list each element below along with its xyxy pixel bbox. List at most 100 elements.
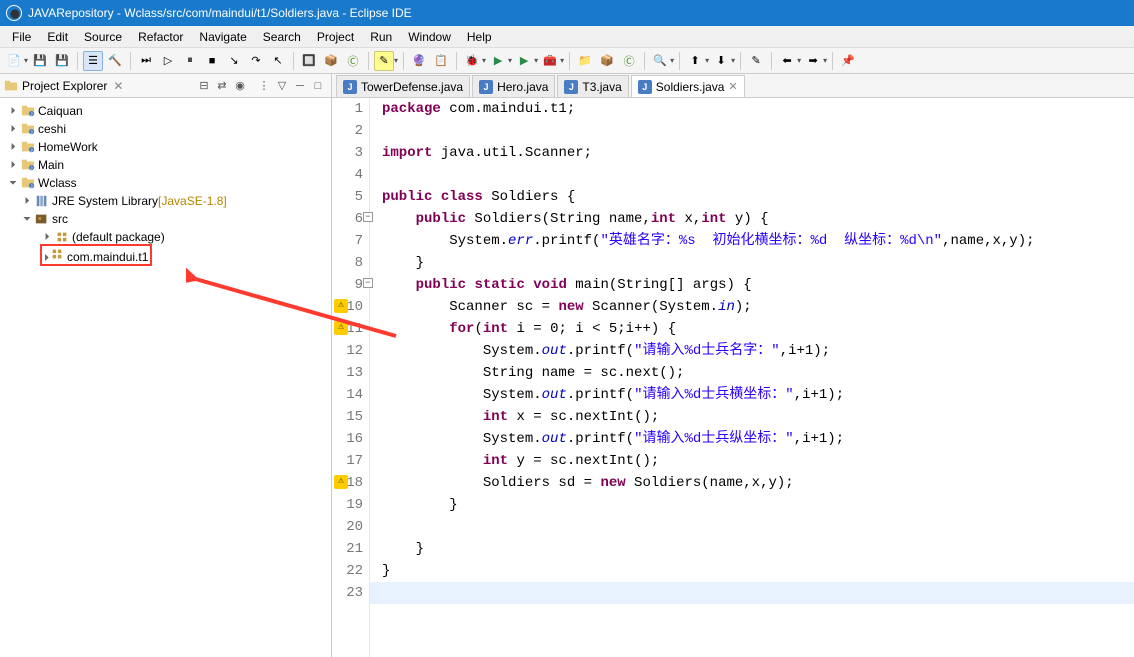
expand-arrow-icon[interactable]: ⏷ <box>20 214 34 225</box>
expand-arrow-icon[interactable]: ⏵ <box>20 196 34 207</box>
project-caiquan[interactable]: ⏵JCaiquan <box>0 102 331 120</box>
close-icon[interactable]: ✕ <box>113 79 123 93</box>
step-into-button[interactable]: ↘ <box>224 51 244 71</box>
resume-button[interactable]: ▷ <box>158 51 178 71</box>
code-line[interactable]: int y = sc.nextInt(); <box>382 450 1134 472</box>
code-line[interactable]: package com.maindui.t1; <box>382 98 1134 120</box>
terminate-button[interactable]: ■ <box>202 51 222 71</box>
new-class2-button[interactable]: Ⓒ <box>619 51 639 71</box>
filter-button[interactable]: ⋮ <box>255 77 273 95</box>
menu-edit[interactable]: Edit <box>39 28 76 46</box>
code-line[interactable]: String name = sc.next(); <box>382 362 1134 384</box>
code-line[interactable]: import java.util.Scanner; <box>382 142 1134 164</box>
skip-breakpoints-button[interactable]: ⏭ <box>136 51 156 71</box>
package-com-maindui-t1[interactable]: ⏵com.maindui.t1 <box>0 246 331 264</box>
expand-arrow-icon[interactable]: ⏵ <box>6 106 20 117</box>
new-package2-button[interactable]: 📦 <box>597 51 617 71</box>
dropdown-arrow-icon[interactable]: ▾ <box>534 56 538 65</box>
editor-tab-soldiers[interactable]: JSoldiers.java✕ <box>631 75 745 97</box>
menu-window[interactable]: Window <box>400 28 459 46</box>
editor-tab-towerdefense[interactable]: JTowerDefense.java <box>336 75 470 97</box>
project-main[interactable]: ⏵JMain <box>0 156 331 174</box>
code-line[interactable]: int x = sc.nextInt(); <box>382 406 1134 428</box>
warning-icon[interactable]: ⚠ <box>334 299 348 313</box>
collapse-all-button[interactable]: ⊟ <box>195 77 213 95</box>
dropdown-arrow-icon[interactable]: ▾ <box>482 56 486 65</box>
project-ceshi[interactable]: ⏵Jceshi <box>0 120 331 138</box>
menu-search[interactable]: Search <box>255 28 309 46</box>
coverage-button[interactable]: ▶ <box>514 51 534 71</box>
step-return-button[interactable]: ↖ <box>268 51 288 71</box>
dropdown-arrow-icon[interactable]: ▾ <box>560 56 564 65</box>
code-line[interactable]: } <box>382 494 1134 516</box>
tree-item-src[interactable]: ⏷src <box>0 210 331 228</box>
open-type-button[interactable]: 🔲 <box>299 51 319 71</box>
warning-icon[interactable]: ⚠ <box>334 321 348 335</box>
code-line[interactable]: System.out.printf("请输入%d士兵名字：",i+1); <box>382 340 1134 362</box>
dropdown-arrow-icon[interactable]: ▾ <box>508 56 512 65</box>
menu-source[interactable]: Source <box>76 28 130 46</box>
external-tools-button[interactable]: 🧰 <box>540 51 560 71</box>
new-class-button[interactable]: Ⓒ <box>343 51 363 71</box>
view-menu-button[interactable]: ▽ <box>273 77 291 95</box>
warning-icon[interactable]: ⚠ <box>334 475 348 489</box>
menu-file[interactable]: File <box>4 28 39 46</box>
step-over-button[interactable]: ↷ <box>246 51 266 71</box>
code-line[interactable]: System.out.printf("请输入%d士兵横坐标：",i+1); <box>382 384 1134 406</box>
project-wclass[interactable]: ⏷JWclass <box>0 174 331 192</box>
toggle-mark-button[interactable]: ✎ <box>374 51 394 71</box>
build-button[interactable]: 🔨 <box>105 51 125 71</box>
pin-button[interactable]: 📌 <box>838 51 858 71</box>
maximize-button[interactable]: □ <box>309 77 327 95</box>
dropdown-arrow-icon[interactable]: ▾ <box>24 56 28 65</box>
menu-refactor[interactable]: Refactor <box>130 28 191 46</box>
expand-arrow-icon[interactable]: ⏷ <box>6 178 20 189</box>
code-content[interactable]: package com.maindui.t1; import java.util… <box>370 98 1134 657</box>
link-editor-button[interactable]: ⇄ <box>213 77 231 95</box>
code-line[interactable]: System.err.printf("英雄名字：%s 初始化横坐标：%d 纵坐标… <box>382 230 1134 252</box>
close-tab-icon[interactable]: ✕ <box>728 80 737 93</box>
code-line[interactable]: for(int i = 0; i < 5;i++) { <box>382 318 1134 340</box>
dropdown-arrow-icon[interactable]: ▾ <box>731 56 735 65</box>
code-line[interactable]: System.out.printf("请输入%d士兵纵坐标：",i+1); <box>382 428 1134 450</box>
dropdown-arrow-icon[interactable]: ▾ <box>394 56 398 65</box>
dropdown-arrow-icon[interactable]: ▾ <box>670 56 674 65</box>
code-line[interactable]: } <box>382 538 1134 560</box>
focus-button[interactable]: ◉ <box>231 77 249 95</box>
new-button[interactable]: 📄 <box>4 51 24 71</box>
last-edit-button[interactable]: ✎ <box>746 51 766 71</box>
tree-item-jre-system-library[interactable]: ⏵JRE System Library [JavaSE-1.8] <box>0 192 331 210</box>
toggle-breadcrumb-button[interactable]: ☰ <box>83 51 103 71</box>
new-package-button[interactable]: 📦 <box>321 51 341 71</box>
code-line[interactable]: public class Soldiers { <box>382 186 1134 208</box>
back-button[interactable]: ⬅ <box>777 51 797 71</box>
code-line[interactable] <box>382 164 1134 186</box>
editor-tab-hero[interactable]: JHero.java <box>472 75 555 97</box>
code-line[interactable]: public Soldiers(String name,int x,int y)… <box>382 208 1134 230</box>
suspend-button[interactable]: ⏸ <box>180 51 200 71</box>
code-line[interactable]: } <box>382 252 1134 274</box>
expand-arrow-icon[interactable]: ⏵ <box>40 232 54 243</box>
code-line[interactable]: } <box>382 560 1134 582</box>
wizard2-button[interactable]: 📋 <box>431 51 451 71</box>
code-line[interactable] <box>382 120 1134 142</box>
code-editor[interactable]: 123456−789−⚠10⚠11121314151617⚠1819202122… <box>332 98 1134 657</box>
dropdown-arrow-icon[interactable]: ▾ <box>797 56 801 65</box>
wizard-button[interactable]: 🔮 <box>409 51 429 71</box>
run-button[interactable]: ▶ <box>488 51 508 71</box>
code-line[interactable]: Soldiers sd = new Soldiers(name,x,y); <box>382 472 1134 494</box>
prev-annotation-button[interactable]: ⬆ <box>685 51 705 71</box>
save-button[interactable]: 💾 <box>30 51 50 71</box>
code-line[interactable]: public static void main(String[] args) { <box>382 274 1134 296</box>
expand-arrow-icon[interactable]: ⏵ <box>6 124 20 135</box>
expand-arrow-icon[interactable]: ⏵ <box>6 142 20 153</box>
menu-run[interactable]: Run <box>362 28 400 46</box>
dropdown-arrow-icon[interactable]: ▾ <box>823 56 827 65</box>
dropdown-arrow-icon[interactable]: ▾ <box>705 56 709 65</box>
menu-project[interactable]: Project <box>309 28 362 46</box>
code-line[interactable]: Scanner sc = new Scanner(System.in); <box>382 296 1134 318</box>
editor-tab-t3[interactable]: JT3.java <box>557 75 628 97</box>
search-button[interactable]: 🔍 <box>650 51 670 71</box>
forward-button[interactable]: ➡ <box>803 51 823 71</box>
code-line[interactable] <box>382 516 1134 538</box>
